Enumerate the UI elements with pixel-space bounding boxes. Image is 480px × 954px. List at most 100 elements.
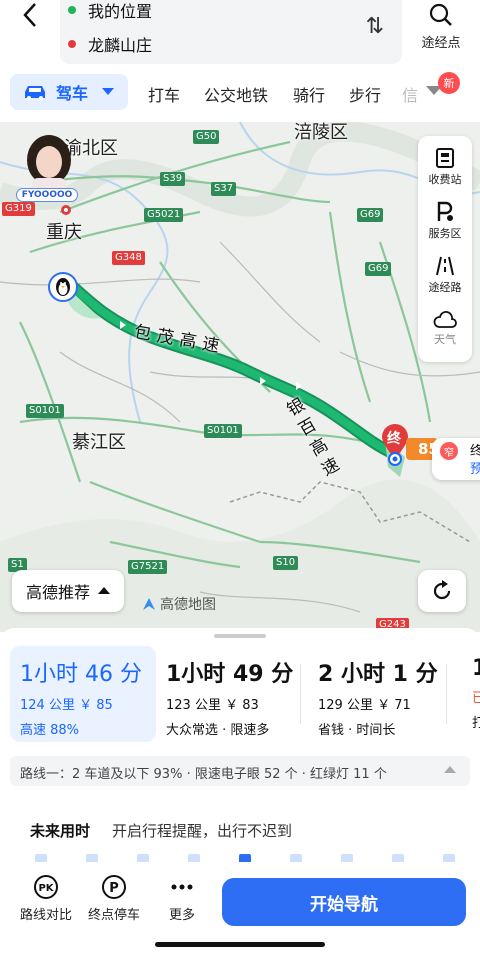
- car-icon: [25, 86, 45, 100]
- pk-icon: PK: [34, 875, 58, 899]
- avatar[interactable]: [22, 134, 76, 192]
- route-meta: 129 公里 ￥ 71: [318, 698, 411, 713]
- waypoint-button[interactable]: 途经点: [412, 2, 470, 52]
- map-view[interactable]: 渝北区 涪陵区 重庆 綦江区 G50 S39 S37 G5021 G69 G34…: [0, 122, 480, 632]
- recommend-dropdown[interactable]: 高德推荐: [12, 570, 124, 612]
- penguin-icon: [56, 278, 70, 296]
- route-detail-text: 路线一：2 车道及以下 93% · 限速电子眼 52 个 · 红绿灯 11 个: [20, 767, 387, 782]
- tab-bike[interactable]: 骑行: [293, 82, 325, 106]
- popup-text-1: 终: [470, 444, 480, 459]
- tab-transit[interactable]: 公交地铁: [204, 82, 268, 106]
- route-tag: 省钱 · 时间长: [318, 723, 396, 738]
- tool-toll[interactable]: 收费站: [418, 140, 472, 194]
- tab-drive[interactable]: 驾车: [10, 74, 128, 110]
- location-dot-icon: [61, 205, 71, 215]
- parking-label: 终点停车: [87, 908, 140, 923]
- future-desc[interactable]: 开启行程提醒，出行不迟到: [112, 820, 292, 841]
- route-meta: 124 公里 ￥ 85: [20, 698, 113, 713]
- destination-row[interactable]: 龙麟山庄: [68, 30, 152, 58]
- back-arrow-icon: [23, 3, 36, 27]
- home-indicator: [155, 942, 325, 947]
- card-divider: [446, 664, 447, 724]
- back-button[interactable]: [12, 0, 48, 30]
- tool-weather[interactable]: 天气: [418, 302, 472, 356]
- route-card-2[interactable]: 1小时 49 分 123 公里 ￥ 83 大众常选 · 限速多: [156, 646, 302, 742]
- road-badge: G7521: [128, 560, 168, 574]
- road-badge: G348: [112, 251, 145, 265]
- route-card-1[interactable]: 1小时 46 分 124 公里 ￥ 85 高速 88%: [10, 646, 156, 742]
- toll-booth-icon: [436, 148, 454, 168]
- more-button[interactable]: 更多: [152, 874, 212, 923]
- tab-walk[interactable]: 步行: [349, 82, 381, 106]
- end-marker-label: 终: [387, 431, 401, 447]
- start-navigation-button[interactable]: 开始导航: [222, 878, 466, 926]
- refresh-button[interactable]: [418, 570, 466, 612]
- place-chongqing: 重庆: [46, 222, 82, 243]
- destination-popup[interactable]: 窄 终 预: [432, 438, 480, 480]
- swap-icon[interactable]: ⇅: [366, 14, 384, 39]
- parking-button[interactable]: P 终点停车: [84, 874, 144, 923]
- logo-text: 高德地图: [160, 597, 216, 613]
- route-meta: 123 公里 ￥ 83: [166, 698, 259, 713]
- road-badge: S0101: [26, 404, 64, 418]
- destination-dot-icon: [68, 40, 76, 48]
- route-detail-bar[interactable]: 路线一：2 车道及以下 93% · 限速电子眼 52 个 · 红绿灯 11 个: [10, 756, 470, 786]
- chevron-down-icon: [102, 88, 115, 95]
- avatar-image: [27, 135, 71, 192]
- tab-drive-label: 驾车: [56, 84, 89, 103]
- narrow-badge: 窄: [440, 442, 458, 460]
- waypoint-label: 途经点: [421, 36, 461, 51]
- header: 我的位置 龙麟山庄 ⇅ 途经点 驾车 打车 公交地铁 骑行 步行 信 新: [0, 0, 480, 122]
- road-icon: [436, 256, 454, 276]
- road-badge: G69: [365, 262, 392, 276]
- compare-button[interactable]: PK 路线对比: [16, 874, 76, 923]
- svg-text:P: P: [109, 881, 119, 896]
- start-marker[interactable]: [48, 272, 78, 302]
- logo-arrow-icon: [143, 598, 155, 610]
- route-time: 2 小时 1 分: [318, 662, 438, 687]
- place-qijiang: 綦江区: [72, 432, 126, 453]
- tool-service-area[interactable]: 服务区: [418, 194, 472, 248]
- tool-label: 服务区: [428, 227, 462, 240]
- map-tools-panel: 收费站 服务区 途经路 天气: [418, 136, 472, 362]
- road-badge: G69: [357, 208, 384, 222]
- destination-text: 龙麟山庄: [88, 36, 153, 55]
- more-label: 更多: [168, 908, 195, 923]
- route-card-4-partial[interactable]: 1 已 打: [462, 646, 480, 742]
- card-divider: [300, 664, 301, 724]
- popup-text-2: 预: [470, 462, 480, 477]
- route-time: 1小时 49 分: [166, 662, 294, 687]
- svg-text:PK: PK: [38, 883, 54, 894]
- road-badge: G50: [193, 130, 220, 144]
- place-fuling: 涪陵区: [294, 122, 348, 143]
- tool-label: 收费站: [428, 173, 462, 186]
- route-time: 1小时 46 分: [20, 662, 142, 687]
- mode-bar: 驾车 打车 公交地铁 骑行 步行 信 新: [0, 72, 480, 114]
- tab-more-partial[interactable]: 信: [402, 82, 418, 106]
- route-card-3[interactable]: 2 小时 1 分 129 公里 ￥ 71 省钱 · 时间长: [308, 646, 454, 742]
- road-badge: S10: [273, 556, 299, 570]
- route-tag: 高速 88%: [20, 723, 80, 738]
- collapse-icon: [444, 766, 456, 773]
- origin-text: 我的位置: [88, 2, 153, 21]
- bottom-bar: PK 路线对比 P 终点停车 更多 开始导航: [0, 862, 480, 954]
- more-dots-icon: [171, 884, 193, 890]
- origin-dot-icon: [68, 6, 76, 14]
- refresh-icon: [433, 580, 451, 600]
- future-time-section: 未来用时 开启行程提醒，出行不迟到: [0, 802, 480, 864]
- new-badge: 新: [438, 72, 460, 94]
- future-title: 未来用时: [30, 822, 91, 840]
- tool-via-road[interactable]: 途经路: [418, 248, 472, 302]
- road-badge: S0101: [204, 424, 242, 438]
- service-area-icon: [437, 201, 453, 221]
- tab-taxi[interactable]: 打车: [148, 82, 180, 106]
- origin-row[interactable]: 我的位置: [68, 0, 152, 24]
- road-badge: G319: [2, 202, 35, 216]
- road-badge: G5021: [144, 208, 184, 222]
- tool-label: 途经路: [428, 281, 462, 294]
- search-icon: [429, 3, 452, 26]
- app-root: 我的位置 龙麟山庄 ⇅ 途经点 驾车 打车 公交地铁 骑行 步行 信 新 渝北区…: [0, 0, 480, 954]
- avatar-tag: FYOOOOO: [16, 188, 78, 202]
- parking-icon: P: [102, 875, 126, 899]
- sheet-handle[interactable]: [214, 634, 266, 638]
